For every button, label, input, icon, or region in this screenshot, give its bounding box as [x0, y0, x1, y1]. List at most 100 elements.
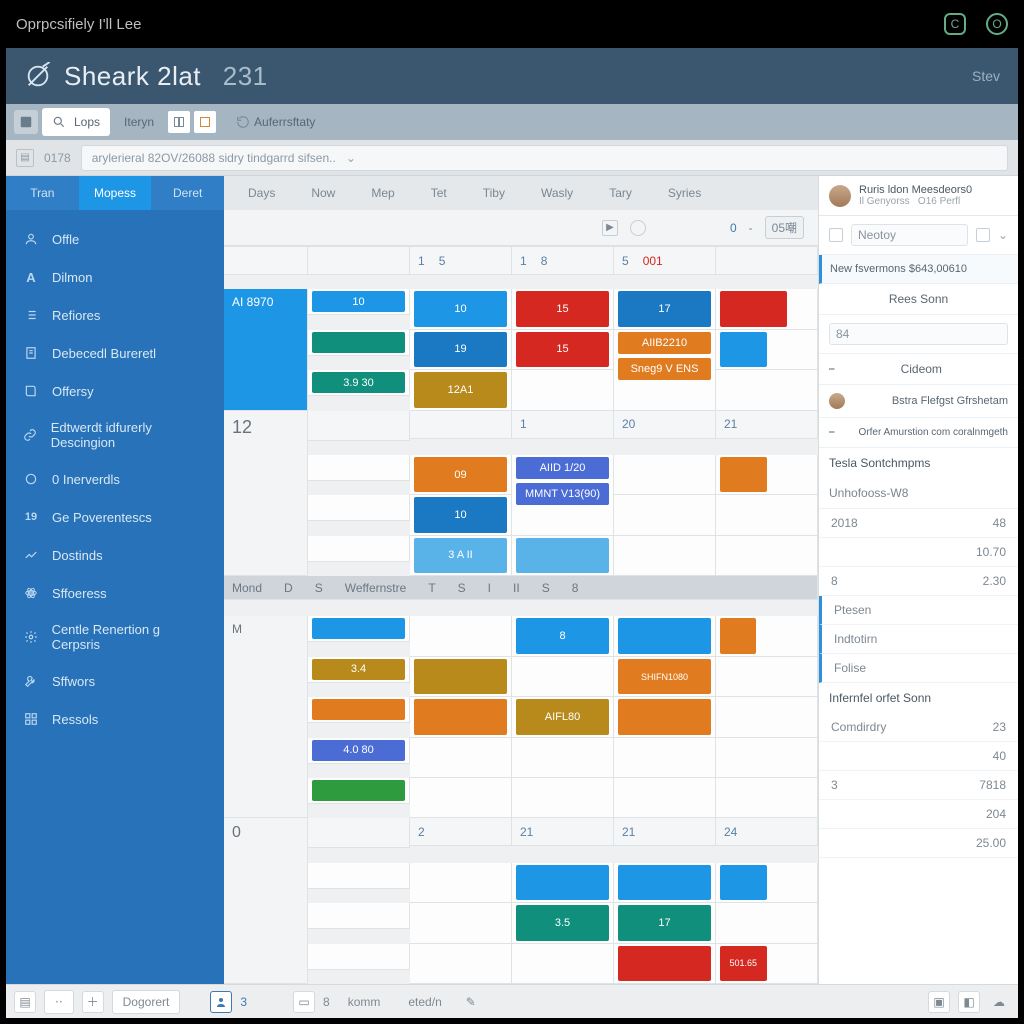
- sidebar-item-1[interactable]: ADilmon: [6, 260, 224, 294]
- event[interactable]: 10: [414, 291, 507, 326]
- footer-btn-b[interactable]: komm: [338, 990, 391, 1014]
- minimize-button[interactable]: C: [944, 13, 966, 35]
- rp-link-c[interactable]: Orfer Amurstion com coralnmgeth: [859, 427, 1009, 438]
- event[interactable]: [618, 946, 711, 981]
- rp-row[interactable]: 25.00: [819, 829, 1018, 858]
- footer-btn-blank[interactable]: ‧‧: [44, 990, 74, 1014]
- event[interactable]: AIFL80: [516, 699, 609, 734]
- event[interactable]: 09: [414, 457, 507, 492]
- sidebar-tab-2[interactable]: Deret: [151, 176, 224, 210]
- sidebar-item-5[interactable]: Edtwerdt idfurerly Descingion: [6, 412, 224, 458]
- footer-icon-a[interactable]: ▤: [14, 991, 36, 1013]
- rp-row[interactable]: Comdirdry23: [819, 713, 1018, 742]
- footer-icon-r2[interactable]: ◧: [958, 991, 980, 1013]
- footer-icon-b[interactable]: ▭: [293, 991, 315, 1013]
- event[interactable]: 10: [312, 291, 405, 312]
- toolbar-btn-b[interactable]: Iteryn: [114, 111, 164, 133]
- sidebar-item-12[interactable]: Ressols: [6, 702, 224, 736]
- sidebar-item-10[interactable]: Centle Renertion g Cerpsris: [6, 614, 224, 660]
- rp-field-a[interactable]: Neotoy: [851, 224, 968, 246]
- event[interactable]: [312, 699, 405, 720]
- event[interactable]: [720, 618, 756, 653]
- rp-input[interactable]: 84: [829, 323, 1008, 345]
- chevron-down-icon[interactable]: ⌄: [998, 228, 1008, 242]
- event[interactable]: AIID 1/20: [516, 457, 609, 479]
- rp-profile[interactable]: Ruris ldon Meesdeors0 Il Genyorss O16 Pe…: [819, 176, 1018, 216]
- event[interactable]: 15: [516, 291, 609, 326]
- event[interactable]: [414, 659, 507, 694]
- rp-row[interactable]: 82.30: [819, 567, 1018, 596]
- event[interactable]: [414, 699, 507, 734]
- sidebar-item-7[interactable]: 19Ge Poverentescs: [6, 500, 224, 534]
- event[interactable]: 8: [516, 618, 609, 653]
- rp-tag[interactable]: Ptesen: [819, 596, 1018, 625]
- checkbox-icon[interactable]: [829, 228, 843, 242]
- event[interactable]: SHIFN1080: [618, 659, 711, 694]
- view-syries[interactable]: Syries: [650, 176, 719, 210]
- view-tiby[interactable]: Tiby: [465, 176, 523, 210]
- footer-btn-a[interactable]: Dogorert: [112, 990, 181, 1014]
- sidebar-item-8[interactable]: Dostinds: [6, 538, 224, 572]
- view-now[interactable]: Now: [293, 176, 353, 210]
- footer-icon-r3[interactable]: ☁: [988, 991, 1010, 1013]
- rp-tag[interactable]: Folise: [819, 654, 1018, 683]
- event[interactable]: 4.0 80: [312, 740, 405, 761]
- event[interactable]: [720, 457, 767, 492]
- event[interactable]: 501.65: [720, 946, 767, 981]
- sidebar-item-9[interactable]: Sffoeress: [6, 576, 224, 610]
- event[interactable]: 3.5: [516, 905, 609, 940]
- breadcrumb[interactable]: arylerieral 82OV/26088 sidry tindgarrd s…: [81, 145, 1008, 171]
- toolbar-btn-c[interactable]: Auferrsftaty: [254, 115, 315, 129]
- rp-tag[interactable]: Indtotirn: [819, 625, 1018, 654]
- sidebar-tab-1[interactable]: Mopess: [79, 176, 152, 210]
- event[interactable]: [516, 865, 609, 900]
- event[interactable]: [618, 618, 711, 653]
- event[interactable]: [720, 332, 767, 367]
- footer-btn-c[interactable]: eted/n: [398, 990, 451, 1014]
- maximize-button[interactable]: O: [986, 13, 1008, 35]
- calendar-icon[interactable]: [976, 228, 990, 242]
- refresh-icon[interactable]: [236, 115, 250, 129]
- calendar-grid[interactable]: 15 18 5001 AI 8970 10 10 15 17 19 15 AII…: [224, 246, 818, 984]
- event[interactable]: Sneg9 V ENS: [618, 358, 711, 380]
- view-wasly[interactable]: Wasly: [523, 176, 591, 210]
- event[interactable]: 10: [414, 497, 507, 532]
- sidebar-item-0[interactable]: Offle: [6, 222, 224, 256]
- rp-link-a[interactable]: Cideom: [901, 362, 942, 376]
- sidebar-item-2[interactable]: Refiores: [6, 298, 224, 332]
- sidebar-item-11[interactable]: Sffwors: [6, 664, 224, 698]
- event[interactable]: 3.9 30: [312, 372, 405, 393]
- event[interactable]: AIIB2210: [618, 332, 711, 354]
- prev-icon[interactable]: ▶: [602, 220, 618, 236]
- plus-icon[interactable]: ＋: [82, 991, 104, 1013]
- event[interactable]: [618, 699, 711, 734]
- event[interactable]: 3 A II: [414, 538, 507, 573]
- rp-row[interactable]: 201848: [819, 509, 1018, 538]
- view-mep[interactable]: Mep: [353, 176, 412, 210]
- event[interactable]: MMNT V13(90): [516, 483, 609, 505]
- event[interactable]: [312, 618, 405, 639]
- event[interactable]: [516, 538, 609, 573]
- rp-row[interactable]: 40: [819, 742, 1018, 771]
- rp-row[interactable]: 10.70: [819, 538, 1018, 567]
- rp-action-btn[interactable]: Rees Sonn: [889, 292, 948, 306]
- today-icon[interactable]: [630, 220, 646, 236]
- rp-link-b[interactable]: Bstra Flefgst Gfrshetam: [892, 395, 1008, 407]
- event[interactable]: [312, 780, 405, 801]
- rp-row[interactable]: 37818: [819, 771, 1018, 800]
- view-days[interactable]: Days: [230, 176, 293, 210]
- cal-pill[interactable]: 05嘲: [765, 216, 804, 239]
- event[interactable]: [720, 291, 787, 326]
- event[interactable]: [720, 865, 767, 900]
- home-icon[interactable]: [14, 110, 38, 134]
- event[interactable]: [618, 865, 711, 900]
- footer-icon-r1[interactable]: ▣: [928, 991, 950, 1013]
- pencil-icon[interactable]: ✎: [460, 991, 482, 1013]
- header-user[interactable]: Stev: [972, 68, 1000, 84]
- sidebar-item-3[interactable]: Debecedl Bureretl: [6, 336, 224, 370]
- event[interactable]: [312, 332, 405, 353]
- toolbar-icon-a[interactable]: [168, 111, 190, 133]
- person-icon[interactable]: [210, 991, 232, 1013]
- event[interactable]: 17: [618, 905, 711, 940]
- view-tary[interactable]: Tary: [591, 176, 650, 210]
